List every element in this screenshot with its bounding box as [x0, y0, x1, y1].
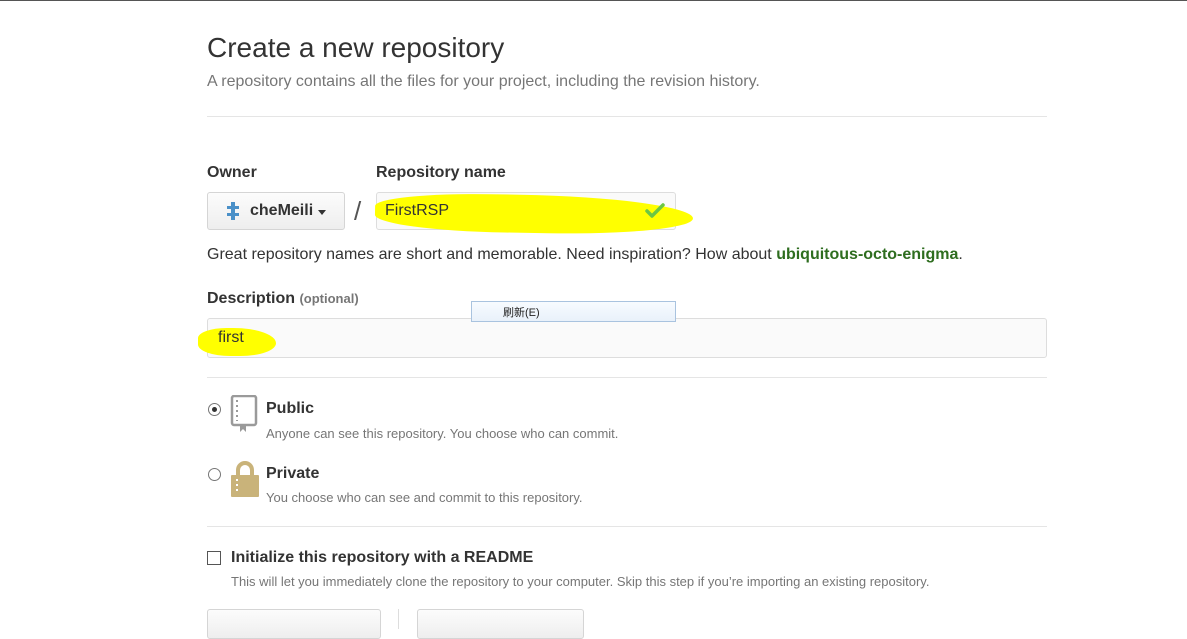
select-separator	[398, 609, 399, 629]
divider	[207, 526, 1047, 527]
repo-owner-icon	[226, 202, 240, 220]
private-label: Private	[266, 465, 320, 482]
readme-checkbox[interactable]	[207, 551, 221, 565]
repository-name-input[interactable]	[377, 193, 675, 229]
description-label: Description (optional)	[207, 290, 359, 307]
readme-label: Initialize this repository with a README	[231, 549, 534, 566]
chevron-down-icon	[318, 210, 327, 215]
readme-description: This will let you immediately clone the …	[231, 574, 930, 589]
owner-repo-separator: /	[354, 196, 362, 226]
license-select[interactable]	[417, 609, 584, 639]
repository-name-label: Repository name	[376, 164, 506, 181]
owner-select-button[interactable]: cheMeili	[207, 192, 345, 230]
context-menu-refresh[interactable]: 刷新(E)	[471, 301, 676, 322]
repository-name-field-wrap	[374, 192, 694, 236]
repository-name-hint: Great repository names are short and mem…	[207, 246, 963, 263]
gitignore-select[interactable]	[207, 609, 381, 639]
repo-book-icon	[230, 394, 258, 438]
public-label: Public	[266, 400, 315, 417]
optional-note: (optional)	[299, 291, 359, 306]
private-description: You choose who can see and commit to thi…	[266, 490, 583, 505]
divider	[207, 377, 1047, 378]
private-radio[interactable]	[208, 468, 221, 481]
description-input[interactable]	[208, 319, 1046, 357]
page-subtitle: A repository contains all the files for …	[207, 73, 760, 90]
lock-icon	[230, 460, 260, 503]
owner-label: Owner	[207, 164, 257, 181]
divider	[207, 116, 1047, 117]
description-field-wrap	[198, 318, 1047, 358]
new-repository-form: Create a new repository A repository con…	[198, 0, 1047, 639]
public-radio[interactable]	[208, 403, 221, 416]
check-icon	[645, 202, 665, 220]
owner-name: cheMeili	[250, 202, 314, 219]
page-title: Create a new repository	[207, 32, 505, 63]
public-description: Anyone can see this repository. You choo…	[266, 426, 619, 441]
name-suggestion-link[interactable]: ubiquitous-octo-enigma	[776, 246, 958, 263]
